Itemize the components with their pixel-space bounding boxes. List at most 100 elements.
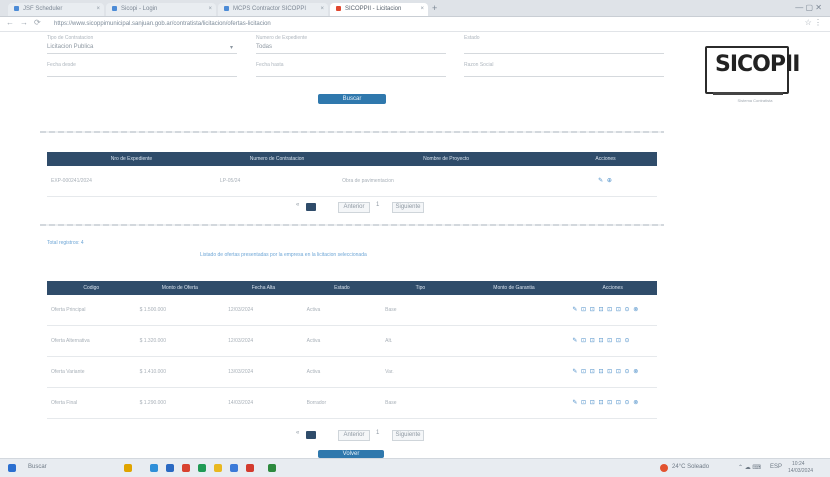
column-header: Estado: [302, 281, 382, 295]
close-tab-icon[interactable]: ×: [420, 3, 424, 16]
table-cell: Oferta Variante: [47, 356, 136, 388]
filter-label: Razon Social: [464, 62, 494, 68]
filter-label: Fecha desde: [47, 62, 76, 68]
expediente-select[interactable]: Todas: [256, 44, 272, 50]
browser-tab-active[interactable]: SICOPPII - Licitacion ×: [330, 3, 428, 16]
table-row[interactable]: Oferta Alternativa $ 1.320.000 12/03/202…: [47, 325, 657, 357]
table-cell: $ 1.320.000: [135, 325, 225, 357]
row-action-icons[interactable]: ✎ ⊕: [554, 166, 657, 197]
column-header: Codigo: [47, 281, 136, 295]
tray-icons[interactable]: ⌃ ☁ ⌨: [738, 464, 761, 471]
page-content: Tipo de Contratacion Licitacion Publica …: [0, 32, 830, 458]
browser-tab-3[interactable]: MCPS Contractor SICOPPI ×: [218, 3, 328, 16]
search-button[interactable]: Buscar: [318, 94, 386, 104]
notice-link[interactable]: Listado de ofertas presentadas por la em…: [200, 252, 367, 258]
table-cell: Borrador: [302, 387, 382, 419]
divider: [40, 224, 664, 226]
tab-label: JSF Scheduler: [23, 6, 63, 12]
table-row[interactable]: Oferta Principal $ 1.500.000 12/03/2024 …: [47, 295, 657, 326]
browser-tab-1[interactable]: JSF Scheduler ×: [8, 3, 104, 16]
start-menu-icon[interactable]: [8, 464, 16, 472]
url-input[interactable]: https://www.sicoppimunicipal.sanjuan.gob…: [54, 19, 754, 29]
mail-icon[interactable]: [182, 464, 190, 472]
filter-label: Fecha hasta: [256, 62, 284, 68]
file-explorer-icon[interactable]: [124, 464, 132, 472]
app-icon[interactable]: [198, 464, 206, 472]
pagination: « Anterior 1 Siguiente: [296, 430, 436, 441]
language-indicator[interactable]: ESP: [770, 464, 782, 470]
weather-icon[interactable]: [660, 464, 668, 472]
tipo-contratacion-select[interactable]: Licitacion Publica: [47, 44, 93, 50]
table-cell: [459, 325, 569, 357]
filter-label: Tipo de Contratacion: [47, 35, 94, 41]
column-header: Acciones: [568, 281, 657, 295]
tab-favicon-icon: [112, 5, 117, 11]
tab-label: Sicopi - Login: [121, 6, 158, 12]
logo-caption: Sistema Contratista: [737, 98, 773, 103]
fecha-desde-input[interactable]: [47, 76, 237, 77]
page-number[interactable]: 1: [376, 430, 379, 436]
close-tab-icon[interactable]: ×: [208, 3, 212, 16]
page-number[interactable]: 1: [376, 202, 379, 208]
chevron-down-icon[interactable]: ▾: [230, 44, 233, 51]
table-cell: [459, 295, 569, 326]
table-cell: Activa: [302, 295, 382, 326]
estado-select[interactable]: [464, 53, 664, 54]
back-icon[interactable]: ←: [6, 18, 14, 27]
table-cell: 12/03/2024: [224, 295, 303, 326]
current-page-marker[interactable]: [306, 431, 316, 439]
fecha-hasta-input[interactable]: [256, 76, 446, 77]
app-icon[interactable]: [214, 464, 222, 472]
row-action-icons[interactable]: ✎ ⊡ ⊡ ⊡ ⊡ ⊡ ⊙: [568, 325, 657, 357]
reload-icon[interactable]: ⟳: [34, 18, 41, 27]
next-page-button[interactable]: Siguiente: [392, 430, 424, 441]
next-page-button[interactable]: Siguiente: [392, 202, 424, 213]
store-icon[interactable]: [166, 464, 174, 472]
column-header: Fecha Alta: [224, 281, 303, 295]
row-action-icons[interactable]: ✎ ⊡ ⊡ ⊡ ⊡ ⊡ ⊙ ⊗: [568, 295, 657, 326]
table-row[interactable]: EXP-000241/2024 LP-05/24 Obra de pavimen…: [47, 166, 657, 197]
tab-favicon-icon: [224, 5, 229, 11]
date[interactable]: 14/03/2024: [788, 468, 813, 474]
table-cell: 13/03/2024: [224, 356, 303, 388]
app-icon[interactable]: [230, 464, 238, 472]
table-cell: Obra de pavimentacion: [338, 166, 555, 197]
table-cell: Oferta Final: [47, 387, 136, 419]
row-action-icons[interactable]: ✎ ⊡ ⊡ ⊡ ⊡ ⊡ ⊙ ⊗: [568, 387, 657, 419]
first-page-icon[interactable]: «: [296, 202, 299, 208]
browser-tab-2[interactable]: Sicopi - Login ×: [106, 3, 216, 16]
prev-page-button[interactable]: Anterior: [338, 202, 370, 213]
edge-icon[interactable]: [150, 464, 158, 472]
browser-tab-bar: JSF Scheduler × Sicopi - Login × MCPS Cont…: [0, 0, 830, 17]
prev-page-button[interactable]: Anterior: [338, 430, 370, 441]
table-cell: $ 1.500.000: [135, 295, 225, 326]
back-button[interactable]: Volver: [318, 450, 384, 458]
table-cell: EXP-000241/2024: [47, 166, 216, 197]
table-row[interactable]: Oferta Variante $ 1.410.000 13/03/2024 A…: [47, 356, 657, 388]
razon-social-input[interactable]: [464, 76, 664, 77]
column-header: Numero de Contratacion: [215, 152, 339, 166]
table-cell: Var.: [381, 356, 460, 388]
app-icon[interactable]: [268, 464, 276, 472]
current-page-marker[interactable]: [306, 203, 316, 211]
tab-favicon-icon: [14, 5, 19, 11]
table-row[interactable]: Oferta Final $ 1.290.000 14/03/2024 Borr…: [47, 387, 657, 419]
close-tab-icon[interactable]: ×: [96, 3, 100, 16]
column-header: Monto de Oferta: [135, 281, 225, 295]
close-tab-icon[interactable]: ×: [320, 3, 324, 16]
column-header: Acciones: [554, 152, 657, 166]
row-action-icons[interactable]: ✎ ⊡ ⊡ ⊡ ⊡ ⊡ ⊙ ⊗: [568, 356, 657, 388]
chrome-icon[interactable]: [246, 464, 254, 472]
weather-text[interactable]: 24°C Soleado: [672, 464, 709, 470]
clock[interactable]: 10:24: [792, 461, 805, 467]
table-cell: Activa: [302, 325, 382, 357]
new-tab-button[interactable]: +: [432, 3, 437, 13]
browser-menu-icon[interactable]: ☆ ⋮: [805, 18, 822, 27]
table-cell: Base: [381, 295, 460, 326]
forward-icon[interactable]: →: [20, 18, 28, 27]
first-page-icon[interactable]: «: [296, 430, 299, 436]
taskbar-search[interactable]: Buscar: [28, 464, 47, 470]
divider: [40, 131, 664, 133]
filter-label: Estado: [464, 35, 480, 41]
window-controls-icon[interactable]: — ▢ ✕: [795, 3, 822, 12]
